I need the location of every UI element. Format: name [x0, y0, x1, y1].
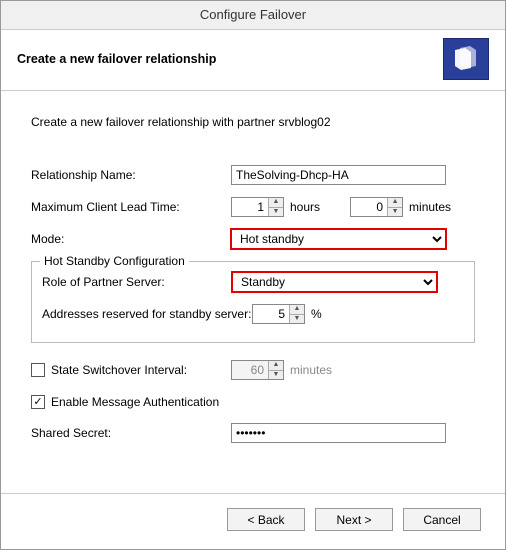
mclt-hours-spinner[interactable]: ▲▼ [231, 197, 284, 217]
partner-role-select[interactable]: Standby [232, 272, 437, 292]
spinner-down-icon[interactable]: ▼ [269, 208, 283, 217]
hours-unit: hours [290, 200, 320, 214]
mode-select[interactable]: Hot standby [231, 229, 446, 249]
group-legend: Hot Standby Configuration [40, 254, 189, 268]
auth-label: Enable Message Authentication [51, 395, 219, 409]
auth-checkbox[interactable] [31, 395, 45, 409]
shared-secret-label: Shared Secret: [31, 426, 231, 440]
spinner-up-icon[interactable]: ▲ [290, 305, 304, 315]
switchover-input [232, 361, 268, 379]
mclt-minutes-input[interactable] [351, 198, 387, 216]
percent-unit: % [311, 307, 322, 321]
row-mclt: Maximum Client Lead Time: ▲▼ hours ▲▼ mi… [31, 197, 475, 217]
minutes-unit: minutes [409, 200, 451, 214]
hot-standby-group: Hot Standby Configuration Role of Partne… [31, 261, 475, 343]
wizard-content: Create a new failover relationship with … [1, 91, 505, 465]
dhcp-failover-icon [443, 38, 489, 80]
window-title: Configure Failover [1, 1, 505, 30]
spinner-up-icon: ▲ [269, 361, 283, 371]
relationship-name-input[interactable] [231, 165, 446, 185]
intro-text: Create a new failover relationship with … [31, 115, 475, 129]
row-auth: Enable Message Authentication [31, 395, 475, 409]
page-title: Create a new failover relationship [17, 52, 216, 66]
relationship-name-label: Relationship Name: [31, 168, 231, 182]
switchover-spinner: ▲▼ [231, 360, 284, 380]
spinner-up-icon[interactable]: ▲ [388, 198, 402, 208]
row-shared-secret: Shared Secret: [31, 423, 475, 443]
mclt-label: Maximum Client Lead Time: [31, 200, 231, 214]
switchover-unit: minutes [290, 363, 332, 377]
reserved-input[interactable] [253, 305, 289, 323]
wizard-header: Create a new failover relationship [1, 30, 505, 91]
row-mode: Mode: Hot standby [31, 229, 475, 249]
row-switchover: State Switchover Interval: ▲▼ minutes [31, 357, 475, 383]
mclt-minutes-spinner[interactable]: ▲▼ [350, 197, 403, 217]
shared-secret-input[interactable] [231, 423, 446, 443]
reserved-spinner[interactable]: ▲▼ [252, 304, 305, 324]
spinner-down-icon: ▼ [269, 371, 283, 380]
switchover-label: State Switchover Interval: [51, 363, 187, 377]
spinner-down-icon[interactable]: ▼ [290, 315, 304, 324]
switchover-checkbox[interactable] [31, 363, 45, 377]
row-reserved-addresses: Addresses reserved for standby server: ▲… [42, 304, 464, 324]
spinner-down-icon[interactable]: ▼ [388, 208, 402, 217]
reserved-addresses-label: Addresses reserved for standby server: [42, 307, 252, 321]
row-partner-role: Role of Partner Server: Standby [42, 272, 464, 292]
next-button[interactable]: Next > [315, 508, 393, 531]
spinner-up-icon[interactable]: ▲ [269, 198, 283, 208]
mode-label: Mode: [31, 232, 231, 246]
row-relationship-name: Relationship Name: [31, 165, 475, 185]
mclt-hours-input[interactable] [232, 198, 268, 216]
wizard-buttons: < Back Next > Cancel [1, 493, 505, 531]
back-button[interactable]: < Back [227, 508, 305, 531]
partner-role-label: Role of Partner Server: [42, 275, 232, 289]
cancel-button[interactable]: Cancel [403, 508, 481, 531]
